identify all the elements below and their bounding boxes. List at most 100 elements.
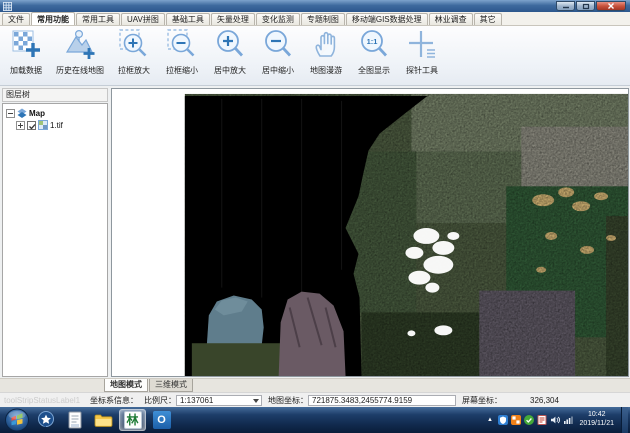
taskbar-explorer-button[interactable] <box>90 409 117 431</box>
probe-tool-icon <box>406 28 438 64</box>
tab-other[interactable]: 其它 <box>474 13 502 25</box>
taskbar-o-app-button[interactable]: O <box>148 409 175 431</box>
chevron-down-icon <box>253 399 259 403</box>
tree-node-layer[interactable]: 1.tif <box>6 119 107 131</box>
scale-value: 1:137061 <box>180 396 213 405</box>
hidden-icons-arrow[interactable]: ▲ <box>484 415 495 426</box>
taskbar-notepad-button[interactable] <box>61 409 88 431</box>
full-extent-icon: 1:1 <box>358 28 390 64</box>
satellite-imagery <box>112 89 628 376</box>
scale-label: 比例尺： <box>144 395 176 406</box>
clock-time: 10:42 <box>579 411 614 420</box>
box-zoom-in-button[interactable]: 拉框放大 <box>110 28 158 84</box>
view-mode-strip: 地图模式 三维模式 <box>0 378 630 392</box>
tool-label: 加载数据 <box>10 65 42 76</box>
workspace: 图层树 Map <box>0 86 630 392</box>
history-online-map-icon <box>64 28 96 64</box>
tree-node-label: Map <box>29 109 45 118</box>
load-data-button[interactable]: 加载数据 <box>2 28 50 84</box>
box-zoom-out-icon <box>166 28 198 64</box>
center-zoom-in-icon <box>214 28 246 64</box>
tab-change-monitoring[interactable]: 变化监测 <box>256 13 300 25</box>
notepad-icon <box>67 411 83 429</box>
map-canvas[interactable] <box>111 88 629 377</box>
tab-thematic-mapping[interactable]: 专题制图 <box>301 13 345 25</box>
probe-tool-button[interactable]: 探针工具 <box>398 28 446 84</box>
tool-label: 居中放大 <box>214 65 246 76</box>
map-layers-icon <box>17 108 27 119</box>
lin-app-icon: 林 <box>124 411 142 429</box>
tab-3d-mode[interactable]: 三维模式 <box>149 379 193 392</box>
folder-icon <box>94 412 113 428</box>
volume-icon[interactable] <box>550 415 560 425</box>
minimize-icon <box>562 3 570 9</box>
layer-panel-title: 图层树 <box>2 88 108 102</box>
tree-node-label: 1.tif <box>50 121 63 130</box>
layer-visibility-checkbox[interactable] <box>27 121 36 130</box>
minimize-button[interactable] <box>556 1 575 11</box>
show-desktop-button[interactable] <box>621 407 628 433</box>
tool-label: 地图漫游 <box>310 65 342 76</box>
screen-coord-label: 屏幕坐标： <box>462 395 502 406</box>
center-zoom-in-button[interactable]: 居中放大 <box>206 28 254 84</box>
box-zoom-out-button[interactable]: 拉框缩小 <box>158 28 206 84</box>
network-icon[interactable] <box>563 415 573 425</box>
tab-common-tools[interactable]: 常用工具 <box>76 13 120 25</box>
document-tray-icon[interactable] <box>537 415 547 425</box>
status-bar: toolStripStatusLabel1 坐标系信息： 比例尺： 1:1370… <box>0 392 630 407</box>
center-zoom-out-button[interactable]: 居中缩小 <box>254 28 302 84</box>
safety-tray-icon[interactable] <box>524 415 534 425</box>
tab-common-functions[interactable]: 常用功能 <box>31 12 75 25</box>
tab-map-mode[interactable]: 地图模式 <box>104 379 148 392</box>
tab-mobile-gis-data[interactable]: 移动端GIS数据处理 <box>346 13 428 25</box>
tab-vector-processing[interactable]: 矢量处理 <box>211 13 255 25</box>
taskbar-clock[interactable]: 10:42 2019/11/21 <box>579 411 614 429</box>
ribbon-toolbar: 加载数据 历史在线地图 拉框放大 <box>0 26 630 86</box>
map-coord-label: 地图坐标： <box>268 395 308 406</box>
tool-label: 拉框放大 <box>118 65 150 76</box>
title-bar <box>0 0 630 12</box>
check-icon <box>28 122 37 131</box>
screen-coord-value: 326,304 <box>530 396 559 405</box>
close-button[interactable] <box>596 1 626 11</box>
tab-basic-tools[interactable]: 基础工具 <box>166 13 210 25</box>
map-pan-icon <box>310 28 342 64</box>
star-app-icon <box>37 411 55 429</box>
taskbar: 林 O ▲ <box>0 407 630 433</box>
tool-label: 历史在线地图 <box>56 65 104 76</box>
antivirus-tray-icon[interactable] <box>498 415 508 425</box>
start-button[interactable] <box>4 408 30 432</box>
tool-label: 全图显示 <box>358 65 390 76</box>
tool-label: 探针工具 <box>406 65 438 76</box>
maximize-button[interactable] <box>576 1 595 11</box>
app-logo-icon <box>3 2 12 11</box>
tab-file[interactable]: 文件 <box>2 13 30 25</box>
box-zoom-in-icon <box>118 28 150 64</box>
full-extent-button[interactable]: 1:1 全图显示 <box>350 28 398 84</box>
expand-expander-icon[interactable] <box>16 121 25 130</box>
taskbar-lin-app-button[interactable]: 林 <box>119 409 146 431</box>
coord-sys-label: 坐标系信息： <box>90 395 138 406</box>
tree-node-map[interactable]: Map <box>6 107 107 119</box>
svg-text:1:1: 1:1 <box>367 37 378 46</box>
center-zoom-out-icon <box>262 28 294 64</box>
collapse-expander-icon[interactable] <box>6 109 15 118</box>
application-window: 文件 常用功能 常用工具 UAV拼图 基础工具 矢量处理 变化监测 专题制图 移… <box>0 0 630 433</box>
ime-tray-icon[interactable] <box>511 415 521 425</box>
maximize-icon <box>582 3 590 10</box>
system-tray: ▲ 10:42 2019 <box>484 407 628 433</box>
status-placeholder-label: toolStripStatusLabel1 <box>4 396 84 405</box>
close-icon <box>607 2 615 10</box>
taskbar-star-app-button[interactable] <box>32 409 59 431</box>
tab-uav-mosaic[interactable]: UAV拼图 <box>121 13 165 25</box>
raster-layer-icon <box>38 120 48 130</box>
scale-combo[interactable]: 1:137061 <box>176 395 262 406</box>
o-app-icon: O <box>153 411 171 429</box>
tab-forestry-survey[interactable]: 林业调查 <box>429 13 473 25</box>
map-pan-button[interactable]: 地图漫游 <box>302 28 350 84</box>
clock-date: 2019/11/21 <box>579 420 614 429</box>
ribbon-tabstrip: 文件 常用功能 常用工具 UAV拼图 基础工具 矢量处理 变化监测 专题制图 移… <box>0 12 630 26</box>
history-online-map-button[interactable]: 历史在线地图 <box>50 28 110 84</box>
load-data-icon <box>10 28 42 64</box>
map-coord-value: 721875.3483,2455774.9159 <box>308 395 456 406</box>
